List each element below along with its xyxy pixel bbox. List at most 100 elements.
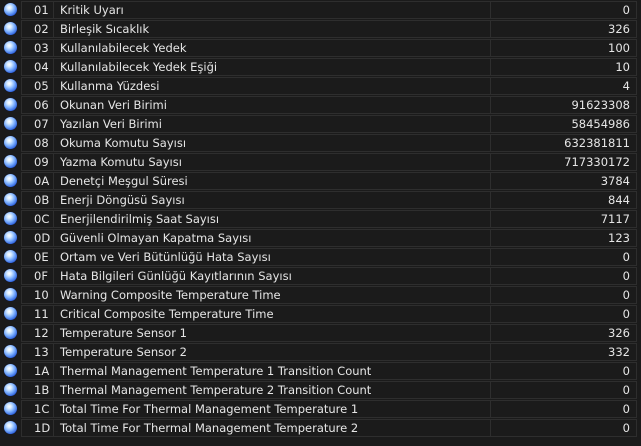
status-cell xyxy=(0,39,21,57)
status-cell xyxy=(0,305,21,323)
attribute-value: 91623308 xyxy=(491,95,637,114)
blue-orb-icon xyxy=(4,60,17,73)
attribute-name: Yazma Komutu Sayısı xyxy=(54,152,491,171)
blue-orb-icon xyxy=(4,231,17,244)
status-cell xyxy=(0,96,21,114)
blue-orb-icon xyxy=(4,288,17,301)
attribute-name: Güvenli Olmayan Kapatma Sayısı xyxy=(54,228,491,247)
table-row[interactable]: 1A Thermal Management Temperature 1 Trans… xyxy=(0,361,641,380)
attribute-value: 3784 xyxy=(491,171,637,190)
attribute-name: Enerji Döngüsü Sayısı xyxy=(54,190,491,209)
attribute-name: Kullanılabilecek Yedek xyxy=(54,38,491,57)
attribute-name: Kullanma Yüzdesi xyxy=(54,76,491,95)
blue-orb-icon xyxy=(4,41,17,54)
table-row[interactable]: 12 Temperature Sensor 1 326 xyxy=(0,323,641,342)
attribute-name: Kullanılabilecek Yedek Eşiği xyxy=(54,57,491,76)
table-row[interactable]: 03 Kullanılabilecek Yedek 100 xyxy=(0,38,641,57)
attribute-value: 0 xyxy=(491,0,637,19)
attribute-name: Birleşik Sıcaklık xyxy=(54,19,491,38)
table-row[interactable]: 04 Kullanılabilecek Yedek Eşiği 10 xyxy=(0,57,641,76)
attribute-name: Warning Composite Temperature Time xyxy=(54,285,491,304)
blue-orb-icon xyxy=(4,3,17,16)
attribute-id: 12 xyxy=(21,323,54,342)
blue-orb-icon xyxy=(4,307,17,320)
blue-orb-icon xyxy=(4,98,17,111)
table-row[interactable]: 05 Kullanma Yüzdesi 4 xyxy=(0,76,641,95)
attribute-id: 1D xyxy=(21,418,54,437)
attribute-value: 326 xyxy=(491,19,637,38)
attribute-value: 0 xyxy=(491,285,637,304)
attribute-name: Thermal Management Temperature 1 Transit… xyxy=(54,361,491,380)
attribute-id: 01 xyxy=(21,0,54,19)
attribute-id: 07 xyxy=(21,114,54,133)
blue-orb-icon xyxy=(4,269,17,282)
table-row[interactable]: 06 Okunan Veri Birimi 91623308 xyxy=(0,95,641,114)
status-cell xyxy=(0,419,21,437)
attribute-value: 0 xyxy=(491,418,637,437)
table-row[interactable]: 13 Temperature Sensor 2 332 xyxy=(0,342,641,361)
attribute-name: Critical Composite Temperature Time xyxy=(54,304,491,323)
table-row[interactable]: 1D Total Time For Thermal Management Temp… xyxy=(0,418,641,437)
attribute-name: Yazılan Veri Birimi xyxy=(54,114,491,133)
attribute-value: 844 xyxy=(491,190,637,209)
blue-orb-icon xyxy=(4,22,17,35)
attribute-name: Temperature Sensor 1 xyxy=(54,323,491,342)
attribute-name: Kritik Uyarı xyxy=(54,0,491,19)
attribute-value: 58454986 xyxy=(491,114,637,133)
status-cell xyxy=(0,343,21,361)
table-row[interactable]: 1C Total Time For Thermal Management Temp… xyxy=(0,399,641,418)
table-row[interactable]: 0E Ortam ve Veri Bütünlüğü Hata Sayısı 0 xyxy=(0,247,641,266)
attribute-id: 06 xyxy=(21,95,54,114)
table-row[interactable]: 0F Hata Bilgileri Günlüğü Kayıtlarının Sa… xyxy=(0,266,641,285)
attribute-value: 100 xyxy=(491,38,637,57)
attribute-id: 10 xyxy=(21,285,54,304)
blue-orb-icon xyxy=(4,326,17,339)
attribute-value: 632381811 xyxy=(491,133,637,152)
status-cell xyxy=(0,210,21,228)
attribute-id: 0A xyxy=(21,171,54,190)
attribute-id: 0E xyxy=(21,247,54,266)
table-row[interactable]: 01 Kritik Uyarı 0 xyxy=(0,0,641,19)
table-row[interactable]: 11 Critical Composite Temperature Time 0 xyxy=(0,304,641,323)
table-row[interactable]: 0A Denetçi Meşgul Süresi 3784 xyxy=(0,171,641,190)
table-row[interactable]: 0D Güvenli Olmayan Kapatma Sayısı 123 xyxy=(0,228,641,247)
attribute-id: 03 xyxy=(21,38,54,57)
attribute-value: 0 xyxy=(491,266,637,285)
status-cell xyxy=(0,324,21,342)
attribute-value: 0 xyxy=(491,361,637,380)
blue-orb-icon xyxy=(4,193,17,206)
attribute-name: Ortam ve Veri Bütünlüğü Hata Sayısı xyxy=(54,247,491,266)
status-cell xyxy=(0,362,21,380)
table-row[interactable]: 1B Thermal Management Temperature 2 Trans… xyxy=(0,380,641,399)
attribute-value: 332 xyxy=(491,342,637,361)
status-cell xyxy=(0,20,21,38)
table-row[interactable]: 0B Enerji Döngüsü Sayısı 844 xyxy=(0,190,641,209)
table-row[interactable]: 07 Yazılan Veri Birimi 58454986 xyxy=(0,114,641,133)
blue-orb-icon xyxy=(4,212,17,225)
table-row[interactable]: 0C Enerjilendirilmiş Saat Sayısı 7117 xyxy=(0,209,641,228)
attribute-name: Total Time For Thermal Management Temper… xyxy=(54,418,491,437)
blue-orb-icon xyxy=(4,174,17,187)
attribute-name: Okunan Veri Birimi xyxy=(54,95,491,114)
smart-attributes-table: 01 Kritik Uyarı 0 02 Birleşik Sıcaklık 326 03 K… xyxy=(0,0,641,446)
attribute-name: Denetçi Meşgul Süresi xyxy=(54,171,491,190)
attribute-name: Enerjilendirilmiş Saat Sayısı xyxy=(54,209,491,228)
table-row[interactable]: 09 Yazma Komutu Sayısı 717330172 xyxy=(0,152,641,171)
status-cell xyxy=(0,229,21,247)
table-row[interactable]: 02 Birleşik Sıcaklık 326 xyxy=(0,19,641,38)
blue-orb-icon xyxy=(4,136,17,149)
attribute-id: 1A xyxy=(21,361,54,380)
blue-orb-icon xyxy=(4,402,17,415)
status-cell xyxy=(0,267,21,285)
table-row[interactable]: 10 Warning Composite Temperature Time 0 xyxy=(0,285,641,304)
attribute-name: Thermal Management Temperature 2 Transit… xyxy=(54,380,491,399)
status-cell xyxy=(0,286,21,304)
attribute-value: 0 xyxy=(491,399,637,418)
attribute-value: 0 xyxy=(491,247,637,266)
attribute-name: Temperature Sensor 2 xyxy=(54,342,491,361)
table-row[interactable]: 08 Okuma Komutu Sayısı 632381811 xyxy=(0,133,641,152)
attribute-value: 7117 xyxy=(491,209,637,228)
blue-orb-icon xyxy=(4,345,17,358)
blue-orb-icon xyxy=(4,364,17,377)
attribute-id: 1C xyxy=(21,399,54,418)
